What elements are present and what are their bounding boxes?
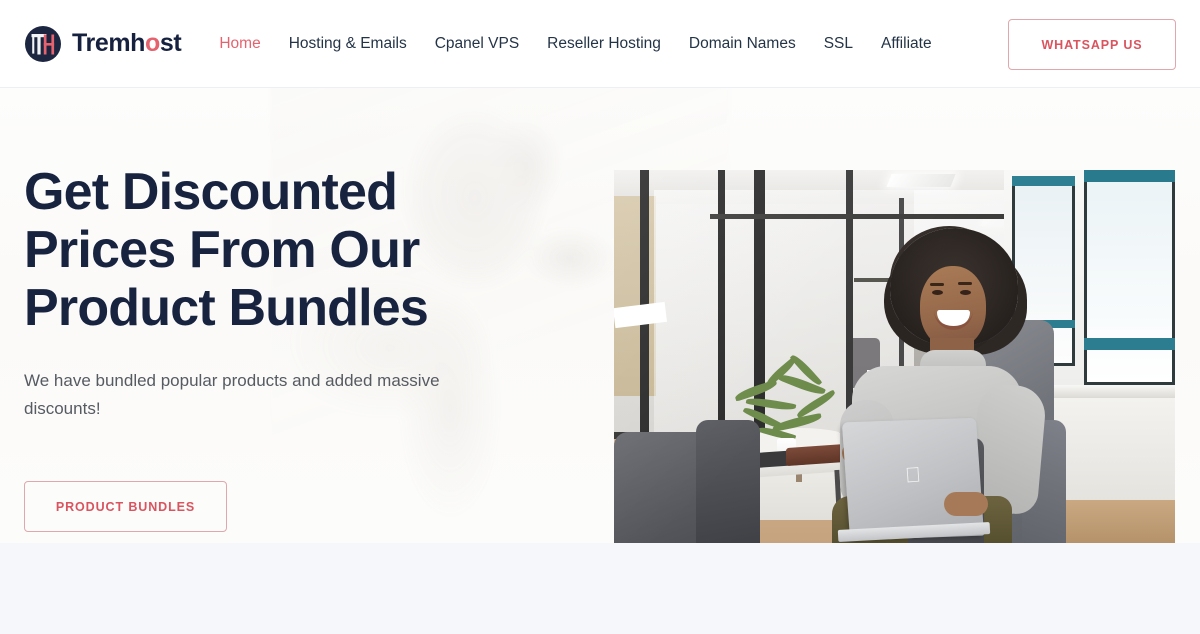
photo-window-teal-band-3	[1084, 338, 1175, 350]
apple-logo-icon: 	[901, 463, 925, 488]
photo-left-armchair-back	[696, 420, 760, 543]
hero-photo: 	[614, 170, 1175, 543]
nav-item-reseller-hosting[interactable]: Reseller Hosting	[533, 29, 675, 59]
nav-item-cpanel-vps[interactable]: Cpanel VPS	[421, 29, 533, 59]
photo-person-eye-left	[932, 290, 943, 295]
product-bundles-button[interactable]: PRODUCT BUNDLES	[24, 481, 227, 532]
nav-item-affiliate[interactable]: Affiliate	[867, 29, 946, 59]
nav-item-hosting-emails[interactable]: Hosting & Emails	[275, 29, 421, 59]
photo-window-teal-band-2	[1084, 170, 1175, 182]
photo-mullion-horizontal-1	[710, 214, 1040, 219]
nav-item-ssl[interactable]: SSL	[810, 29, 867, 59]
photo-person-hand-right	[944, 492, 988, 516]
brand-name-part2: st	[159, 29, 182, 57]
photo-person-eyebrow-right	[958, 282, 972, 285]
hero-copy: Get Discounted Prices From Our Product B…	[24, 163, 584, 532]
hero-title: Get Discounted Prices From Our Product B…	[24, 163, 429, 337]
photo-window-2	[1084, 170, 1175, 385]
site-header: Tremhost Home Hosting & Emails Cpanel VP…	[0, 0, 1200, 88]
main-navigation: Home Hosting & Emails Cpanel VPS Reselle…	[205, 29, 945, 59]
tremhost-th-monogram-icon	[24, 25, 62, 63]
photo-window-teal-band-1	[1012, 176, 1075, 186]
brand-name-accent: o	[145, 29, 160, 57]
photo-left-wall	[614, 196, 656, 396]
hero-subtitle: We have bundled popular products and add…	[24, 371, 440, 418]
photo-person-eye-right	[960, 290, 971, 295]
whatsapp-us-button[interactable]: WHATSAPP US	[1008, 19, 1176, 70]
brand-name-part1: Tremh	[72, 29, 146, 57]
brand-name: Tremhost	[72, 29, 182, 58]
nav-item-home[interactable]: Home	[205, 29, 274, 59]
page-body-background	[0, 543, 1200, 634]
photo-ceiling-strip-light	[886, 174, 956, 187]
hero-section: Get Discounted Prices From Our Product B…	[0, 88, 1200, 543]
photo-person-eyebrow-left	[930, 283, 944, 286]
nav-item-domain-names[interactable]: Domain Names	[675, 29, 810, 59]
brand-logo-link[interactable]: Tremhost	[24, 25, 182, 63]
